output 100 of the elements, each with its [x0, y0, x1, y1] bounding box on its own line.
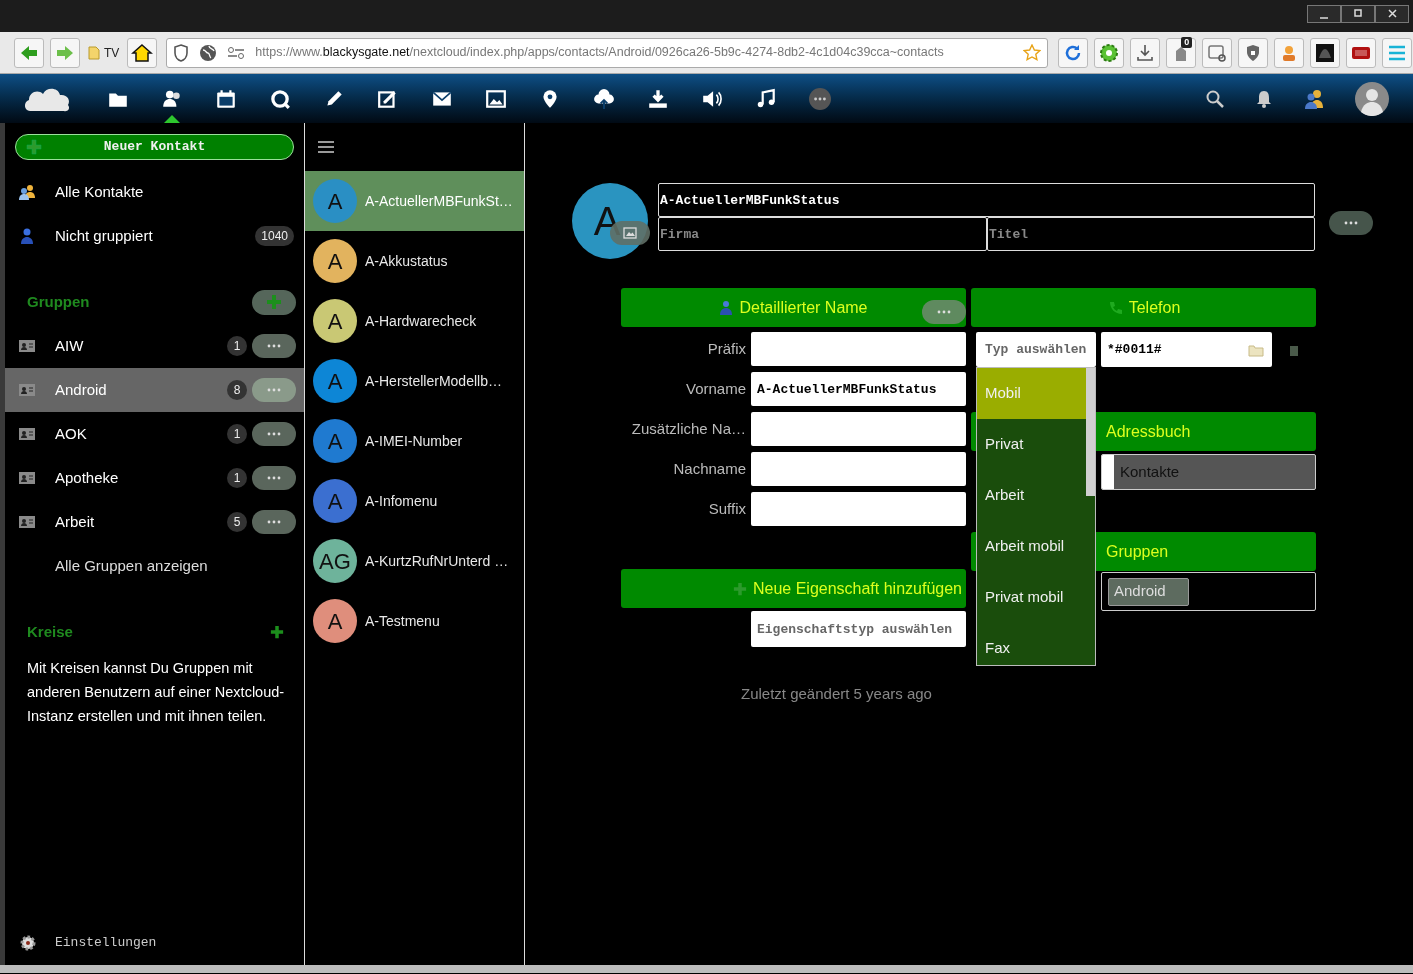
group-item[interactable]: AIW 1 [5, 324, 304, 368]
close-button[interactable] [1375, 5, 1409, 23]
contact-name: A-ActuellerMBFunkSt… [365, 191, 513, 211]
settings-item[interactable]: Einstellungen [5, 921, 304, 965]
group-item[interactable]: Apotheke 1 [5, 456, 304, 500]
ellipsis-icon [267, 476, 281, 480]
text-field[interactable]: A-ActuellerMBFunkStatus [751, 372, 966, 406]
plus-icon [266, 294, 282, 310]
maximize-icon [1353, 9, 1363, 19]
avatar-icon[interactable] [1355, 81, 1389, 116]
contact-item[interactable]: A A-IMEI-Number [305, 411, 524, 471]
new-contact-button[interactable]: Neuer Kontakt [15, 134, 294, 160]
contact-card-icon [18, 471, 36, 485]
title-field[interactable]: Titel [987, 217, 1315, 251]
search-icon[interactable] [1205, 88, 1225, 109]
bell-icon[interactable] [1255, 88, 1273, 109]
section-title: Detaillierter Name [739, 297, 868, 318]
text-field[interactable] [751, 332, 966, 366]
contact-name: A-Infomenu [365, 491, 438, 511]
text-field[interactable] [751, 412, 966, 446]
extension-button[interactable] [1346, 37, 1377, 68]
property-type-select[interactable]: Eigenschaftstyp auswählen [751, 611, 966, 647]
minimize-icon [1320, 17, 1328, 19]
group-item[interactable]: Arbeit 5 [5, 500, 304, 544]
contact-name: A-Akkustatus [365, 251, 448, 271]
phone-field[interactable]: *#0011# [1101, 332, 1272, 367]
nav-item-label: Nicht gruppiert [55, 225, 154, 246]
phone-type-select[interactable]: Typ auswählen [976, 332, 1096, 367]
field-label: Präfix [706, 338, 747, 359]
nav-item[interactable]: Nicht gruppiert 1040 [5, 214, 304, 258]
contact-item[interactable]: A A-Testmenu [305, 591, 524, 651]
ellipsis-icon [267, 432, 281, 436]
section-title: Adressbuch [1106, 421, 1191, 442]
delete-icon[interactable] [1289, 343, 1299, 356]
count-badge: 5 [227, 512, 247, 532]
download-button[interactable] [1130, 37, 1161, 68]
more-button[interactable] [252, 510, 296, 534]
bookmark-item[interactable]: TV [86, 37, 122, 68]
contact-avatar: A [572, 183, 648, 259]
contact-item[interactable]: A A-Akkustatus [305, 231, 524, 291]
dropdown-option[interactable]: Privat mobil [977, 572, 1086, 623]
reload-button[interactable] [1058, 37, 1089, 68]
field-label: Zusätzliche Na… [630, 418, 747, 439]
dropdown-option[interactable]: Privat [977, 419, 1086, 470]
arrow-left-icon [19, 43, 39, 62]
group-name: Apotheke [55, 467, 120, 488]
section-title: Neue Eigenschaft hinzufügen [752, 578, 962, 599]
home-icon [131, 42, 154, 63]
home-button[interactable] [127, 37, 158, 68]
name-field[interactable]: A-ActuellerMBFunkStatus [658, 183, 1315, 217]
back-button[interactable] [14, 37, 44, 68]
gear-icon [1098, 41, 1121, 64]
contact-item[interactable]: AG A-KurtzRufNrUnterd … [305, 531, 524, 591]
settings-label: Einstellungen [55, 934, 157, 953]
text-field[interactable] [751, 452, 966, 486]
settings-icon [18, 933, 38, 953]
contact-item[interactable]: A A-HerstellerModellb… [305, 351, 524, 411]
contact-avatar: A [313, 239, 357, 283]
more-button[interactable] [252, 422, 296, 446]
contact-avatar: AG [313, 539, 357, 583]
field-label: Suffix [707, 498, 747, 519]
maximize-button[interactable] [1341, 5, 1375, 23]
more-button[interactable] [252, 334, 296, 358]
add-group-button[interactable] [252, 289, 296, 315]
scrollbar[interactable] [1086, 368, 1095, 496]
nav-item[interactable]: Alle Kontakte [5, 170, 304, 214]
text-field[interactable] [751, 492, 966, 526]
extension-button[interactable] [1310, 37, 1341, 68]
more-button[interactable] [252, 466, 296, 490]
contact-item[interactable]: A A-ActuellerMBFunkSt… [305, 171, 524, 231]
groups-field[interactable]: Android [1101, 572, 1316, 611]
contacts-icon[interactable] [1303, 87, 1325, 110]
minimize-button[interactable] [1307, 5, 1341, 23]
dropdown-option[interactable]: Arbeit mobil [977, 521, 1086, 572]
group-item[interactable]: AOK 1 [5, 412, 304, 456]
contact-item[interactable]: A A-Hardwarecheck [305, 291, 524, 351]
extension-button[interactable]: 0 [1166, 37, 1197, 68]
person-icon [719, 299, 734, 316]
show-all-groups-link[interactable]: Alle Gruppen anzeigen [55, 554, 208, 578]
add-icon[interactable] [270, 625, 284, 639]
nav-item-label: Alle Kontakte [55, 181, 145, 202]
contact-item[interactable]: A A-Infomenu [305, 471, 524, 531]
dropdown-option[interactable]: Arbeit [977, 470, 1086, 521]
more-button[interactable] [1329, 211, 1373, 235]
star-icon[interactable] [1023, 43, 1042, 62]
contact-card-icon [18, 515, 36, 529]
ellipsis-icon [1344, 221, 1358, 225]
count-badge: 1040 [255, 226, 294, 246]
group-item[interactable]: Android 8 [5, 368, 304, 412]
section-heading: Kreise [27, 621, 74, 642]
company-field[interactable]: Firma [658, 217, 987, 251]
contact-name: A-HerstellerModellb… [365, 371, 502, 391]
circles-info-text: Mit Kreisen kannst Du Gruppen mit anderen Benutzern auf einer Nextcloud-Instanz erstellen und mit ihnen teilen. [27, 659, 286, 726]
count-badge: 8 [227, 380, 247, 400]
dropdown-option[interactable]: Fax [977, 623, 1086, 665]
contact-avatar: A [313, 299, 357, 343]
address-bar[interactable]: https://www.blackysgate.net/nextcloud/index.php/apps/contacts/Android/0926ca26-5b9c-4274-8db2-4c1d04c39cca~contacts [166, 37, 1049, 68]
menu-icon[interactable] [318, 140, 334, 154]
calendar-icon [215, 87, 237, 110]
shield-icon [173, 43, 190, 62]
